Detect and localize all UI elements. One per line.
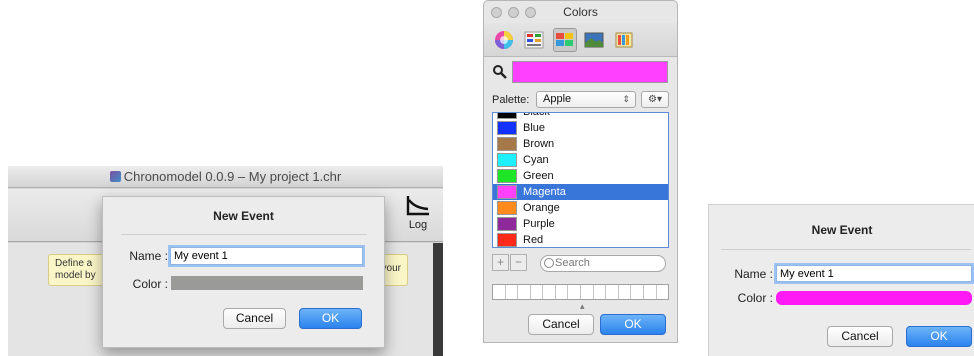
color-list-item[interactable]: Black [493,112,668,120]
color-swatch-button[interactable] [171,276,363,290]
colors-panel: Colors Palette: Apple ⇕ ⚙▾ Black Blue Brow… [483,0,678,343]
remove-color-button[interactable]: − [510,254,527,271]
color-list-item[interactable]: Brown [493,136,668,152]
color-swatch [497,201,517,215]
name-input[interactable] [776,265,972,282]
custom-swatch-cell[interactable] [568,285,582,299]
color-list-item[interactable]: Orange [493,200,668,216]
cancel-button[interactable]: Cancel [223,308,286,329]
color-swatch [497,233,517,247]
gear-icon: ⚙▾ [648,94,662,105]
palette-label: Palette: [492,94,530,106]
name-label: Name : [129,249,168,263]
dialog-title: New Event [811,223,873,237]
cancel-button[interactable]: Cancel [827,326,893,347]
custom-swatch-cell[interactable] [606,285,619,299]
palette-value: Apple [543,93,572,105]
dialog-separator [721,249,971,250]
crayons-icon[interactable] [614,30,634,50]
window-title-bar: Chronomodel 0.0.9 – My project 1.chr [8,166,443,188]
ok-button[interactable]: OK [906,326,972,347]
custom-swatch-cell[interactable] [657,285,669,299]
color-label: Color : [132,277,168,291]
color-swatch [497,113,517,119]
custom-swatch-cell[interactable] [543,285,556,299]
color-list-item[interactable]: Red [493,232,668,247]
custom-swatch-strip[interactable] [492,284,669,300]
color-name: Red [523,234,544,246]
color-list[interactable]: Black Blue Brown Cyan Green Magenta Orange Purp… [492,112,669,248]
name-label: Name : [734,267,773,281]
custom-swatch-cell[interactable] [644,285,657,299]
color-name: Magenta [523,186,566,198]
color-name: Purple [523,218,555,230]
color-list-item[interactable]: Cyan [493,152,668,168]
new-event-sheet: New Event Name : Color : Cancel OK [102,196,385,348]
color-list-item[interactable]: Purple [493,216,668,232]
name-input[interactable] [170,247,363,265]
log-label: Log [408,219,428,231]
select-arrows-icon: ⇕ [622,94,630,104]
color-search-field[interactable]: Search [540,255,666,272]
color-name: Orange [523,202,560,214]
color-name: Brown [523,138,555,150]
image-palette-icon[interactable] [584,30,604,50]
color-swatch-button[interactable] [776,291,972,305]
color-name: Cyan [523,154,549,166]
color-palettes-tab[interactable] [553,28,577,52]
new-event-dialog: New Event Name : Color : Cancel OK [708,204,974,356]
color-list-item[interactable]: Blue [493,120,668,136]
custom-swatch-cell[interactable] [594,285,607,299]
color-list-item[interactable]: Green [493,168,668,184]
colors-panel-title: Colors [563,5,598,19]
color-palettes-icon [556,33,573,46]
log-toolbar-button[interactable]: Log [400,194,436,240]
log-chart-icon [406,196,429,216]
custom-swatch-cell[interactable] [581,285,594,299]
dialog-separator [121,234,367,235]
add-color-button[interactable]: + [492,254,509,271]
hint-text-left: Define a model by [55,258,96,281]
magnifier-icon[interactable] [492,64,508,80]
color-swatch [497,153,517,167]
dialog-title: New Event [213,209,274,223]
side-panel-edge [433,243,443,356]
color-name: Black [523,112,550,118]
palette-options-button[interactable]: ⚙▾ [641,91,669,108]
color-name: Blue [523,122,546,134]
color-search-placeholder: Search [555,257,590,269]
current-color-swatch[interactable] [512,61,668,83]
strip-drag-handle-icon[interactable]: ▴ [580,301,585,312]
color-wheel-icon[interactable] [494,30,514,50]
custom-swatch-cell[interactable] [619,285,632,299]
color-sliders-icon[interactable] [524,30,544,50]
custom-swatch-cell[interactable] [518,285,531,299]
color-swatch [497,217,517,231]
search-icon [544,258,554,268]
ok-button[interactable]: OK [299,308,362,329]
color-swatch [497,121,517,135]
color-name: Green [523,170,554,182]
color-label: Color : [737,291,773,305]
custom-swatch-cell[interactable] [556,285,569,299]
color-swatch [497,137,517,151]
custom-swatch-cell[interactable] [631,285,644,299]
color-list-item[interactable]: Magenta [493,184,668,200]
colors-cancel-button[interactable]: Cancel [528,314,594,335]
color-swatch [497,169,517,183]
color-swatch [497,185,517,199]
window-title: Chronomodel 0.0.9 – My project 1.chr [123,169,342,184]
palette-select[interactable]: Apple ⇕ [536,91,636,108]
custom-swatch-cell[interactable] [506,285,519,299]
app-icon [109,171,121,182]
colors-ok-button[interactable]: OK [600,314,666,335]
custom-swatch-cell[interactable] [493,285,506,299]
custom-swatch-cell[interactable] [531,285,544,299]
